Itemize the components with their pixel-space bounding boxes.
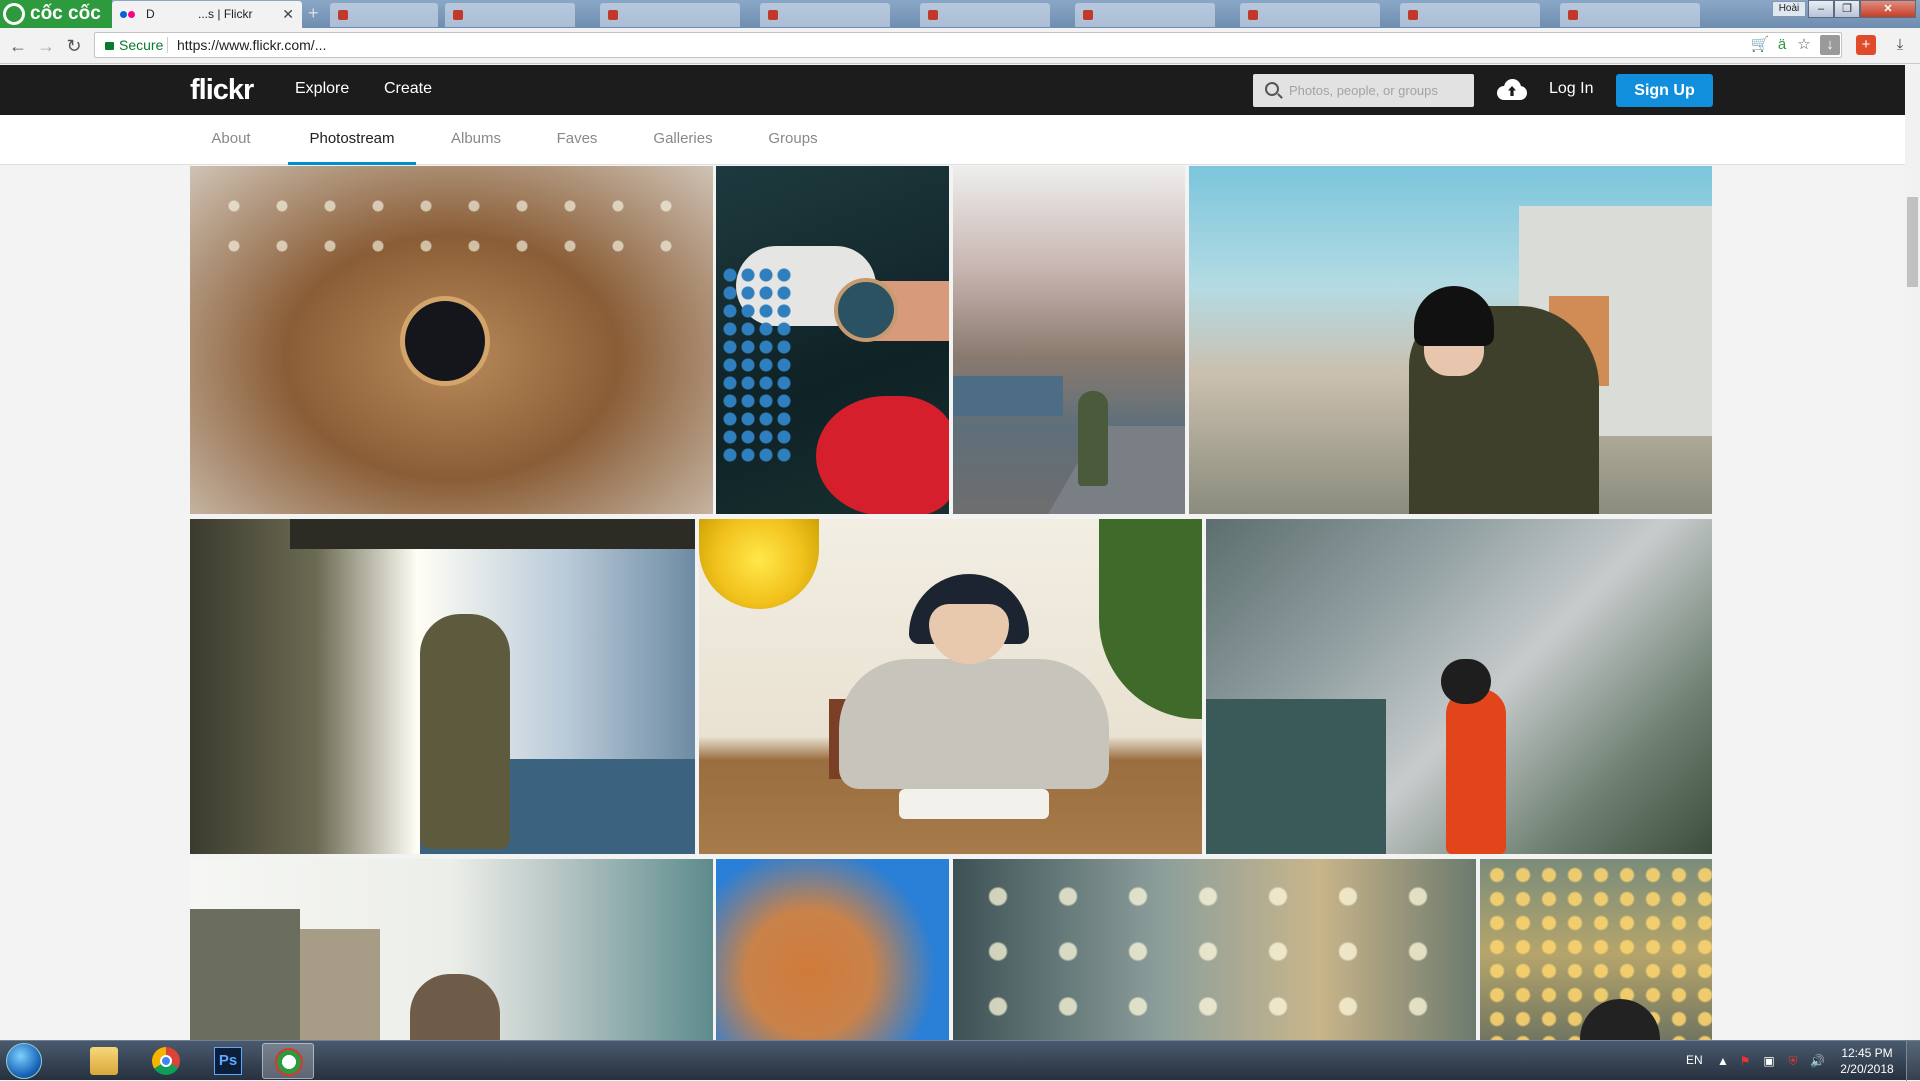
background-tab[interactable] <box>760 3 890 27</box>
url-input[interactable]: Secure https://www.flickr.com/... <box>94 32 1842 58</box>
window-user-badge[interactable]: Hoài <box>1772 1 1806 17</box>
tab-about[interactable]: About <box>206 115 256 165</box>
clock-time: 12:45 PM <box>1841 1046 1893 1060</box>
start-button[interactable] <box>6 1043 42 1079</box>
photoshop-icon: Ps <box>214 1047 242 1075</box>
login-link[interactable]: Log In <box>1549 80 1593 98</box>
clock-date: 2/20/2018 <box>1840 1062 1894 1076</box>
downloads-icon[interactable]: ⤓ <box>1890 35 1910 55</box>
photo-girl-garage-sunlight[interactable] <box>190 519 695 854</box>
background-tab[interactable] <box>1560 3 1700 27</box>
photo-grid <box>0 166 1905 1040</box>
window-close-button[interactable]: ✕ <box>1860 0 1916 18</box>
background-tab[interactable] <box>1400 3 1540 27</box>
restore-button[interactable]: ❐ <box>1834 0 1860 18</box>
explore-link[interactable]: Explore <box>295 80 349 98</box>
photo-wrist-watch-flowers[interactable] <box>716 166 949 514</box>
action-center-icon[interactable]: ⚑ <box>1738 1054 1752 1068</box>
flickr-favicon-icon <box>120 11 138 19</box>
system-clock[interactable]: 12:45 PM 2/20/2018 <box>1834 1045 1900 1077</box>
photo-autumn-tree[interactable] <box>716 859 949 1040</box>
photo-bokeh-window[interactable] <box>953 859 1476 1040</box>
close-tab-icon[interactable]: ✕ <box>282 1 294 28</box>
photo-girl-orange-jacket[interactable] <box>1206 519 1712 854</box>
background-tab[interactable] <box>445 3 575 27</box>
network-icon[interactable]: ▣ <box>1762 1054 1776 1068</box>
browser-tab-bar: cốc cốc D ...s | Flickr ✕ + Hoài – ❐ ✕ <box>0 0 1920 28</box>
taskbar-photoshop[interactable]: Ps <box>202 1043 254 1079</box>
tab-albums[interactable]: Albums <box>447 115 505 165</box>
search-input[interactable] <box>1289 74 1469 107</box>
url-text: https://www.flickr.com/... <box>177 37 327 53</box>
background-tab[interactable] <box>600 3 740 27</box>
forward-icon[interactable]: → <box>34 34 58 58</box>
windows-taskbar: Ps EN ▲ ⚑ ▣ ⛨ 🔊 12:45 PM 2/20/2018 <box>0 1040 1920 1081</box>
language-indicator[interactable]: EN <box>1686 1053 1703 1067</box>
background-tab[interactable] <box>920 3 1050 27</box>
signup-button[interactable]: Sign Up <box>1616 74 1713 107</box>
taskbar-coccoc[interactable] <box>262 1043 314 1079</box>
secure-indicator[interactable]: Secure <box>105 33 163 57</box>
bookmark-star-icon[interactable]: ☆ <box>1794 35 1814 55</box>
new-tab-button[interactable]: + <box>308 3 319 24</box>
profile-subnav: About Photostream Albums Faves Galleries… <box>0 115 1905 165</box>
url-separator <box>167 37 168 53</box>
lock-icon <box>105 42 114 50</box>
tab-groups[interactable]: Groups <box>765 115 821 165</box>
background-tab[interactable] <box>330 3 438 27</box>
reload-icon[interactable]: ↻ <box>62 34 86 58</box>
coccoc-icon <box>275 1048 303 1076</box>
photo-watch-table[interactable] <box>190 166 713 514</box>
photo-girl-reading-lamp[interactable] <box>699 519 1202 854</box>
show-desktop-button[interactable] <box>1906 1041 1920 1081</box>
photo-girl-buildings-sunlight[interactable] <box>190 859 713 1040</box>
active-browser-tab[interactable]: D ...s | Flickr ✕ <box>112 1 302 28</box>
upload-cloud-icon[interactable] <box>1497 78 1527 100</box>
tab-galleries[interactable]: Galleries <box>648 115 718 165</box>
addon-icon[interactable]: + <box>1856 35 1876 55</box>
photo-girl-railing[interactable] <box>1189 166 1712 514</box>
photo-girl-golden-bokeh[interactable] <box>1480 859 1712 1040</box>
address-bar-row: ← → ↻ Secure https://www.flickr.com/... … <box>0 28 1920 64</box>
tab-title-prefix: D <box>146 7 155 21</box>
create-link[interactable]: Create <box>384 80 432 98</box>
chrome-icon <box>152 1047 180 1075</box>
page-scrollbar-thumb[interactable] <box>1907 197 1918 287</box>
tab-photostream[interactable]: Photostream <box>288 115 416 165</box>
search-icon <box>1265 82 1279 96</box>
folder-icon <box>90 1047 118 1075</box>
taskbar-file-explorer[interactable] <box>78 1043 130 1079</box>
back-icon[interactable]: ← <box>6 34 30 58</box>
tray-expand-icon[interactable]: ▲ <box>1716 1054 1730 1068</box>
secure-label: Secure <box>119 37 164 53</box>
volume-icon[interactable]: 🔊 <box>1810 1054 1825 1068</box>
cart-extension-icon[interactable]: 🛒 <box>1750 35 1770 55</box>
taskbar-chrome[interactable] <box>140 1043 192 1079</box>
photo-girl-street-blossoms[interactable] <box>953 166 1185 514</box>
tab-title-middle: ...s | <box>198 7 221 21</box>
tab-faves[interactable]: Faves <box>552 115 602 165</box>
download-extension-icon[interactable]: ↓ <box>1820 35 1840 55</box>
flickr-header: flickr Explore Create Log In Sign Up <box>0 65 1905 115</box>
tab-title: Flickr <box>223 7 253 21</box>
flickr-logo[interactable]: flickr <box>190 74 254 107</box>
background-tab[interactable] <box>1240 3 1380 27</box>
browser-brand-label: cốc cốc <box>30 3 101 24</box>
background-tab[interactable] <box>1075 3 1215 27</box>
minimize-button[interactable]: – <box>1808 0 1834 18</box>
security-shield-icon[interactable]: ⛨ <box>1786 1054 1800 1068</box>
coccoc-logo-icon <box>3 3 25 25</box>
browser-brand[interactable]: cốc cốc <box>0 0 112 28</box>
coccoc-extension-icon[interactable]: ä <box>1772 35 1792 55</box>
search-box[interactable] <box>1253 74 1474 107</box>
